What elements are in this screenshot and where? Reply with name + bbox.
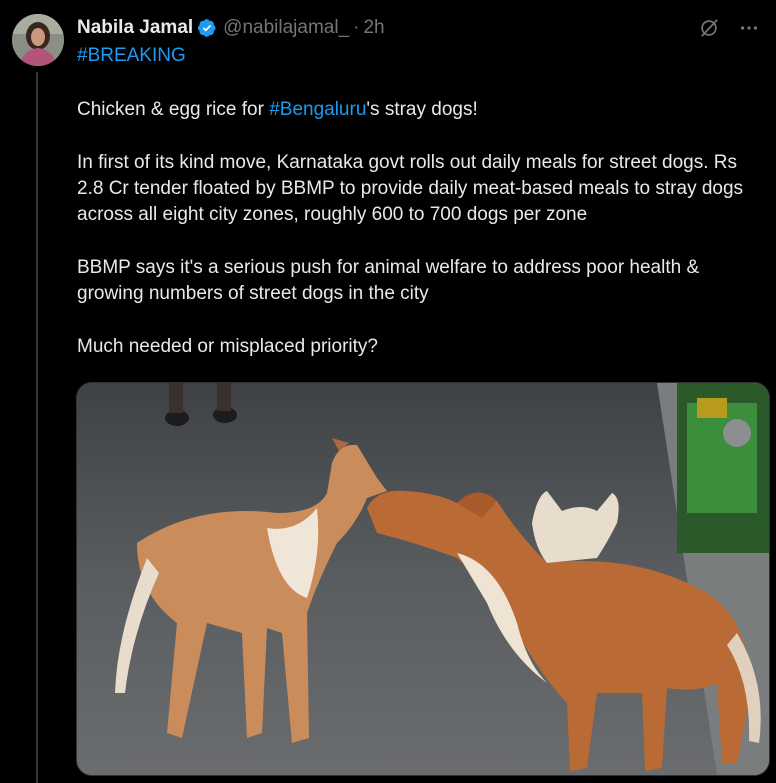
- paragraph-3: BBMP says it's a serious push for animal…: [77, 257, 700, 304]
- author-handle[interactable]: @nabilajamal_: [223, 17, 349, 39]
- more-dots-icon[interactable]: [738, 17, 760, 39]
- hashtag-bengaluru[interactable]: #Bengaluru: [269, 99, 366, 120]
- separator-dot: ·: [353, 17, 360, 38]
- avatar-image: [12, 14, 64, 66]
- stray-dogs-photo: [77, 383, 769, 775]
- timestamp[interactable]: 2h: [363, 17, 384, 39]
- tweet-header: Nabila Jamal @nabilajamal_ · 2h: [77, 15, 760, 41]
- line1-suffix: 's stray dogs!: [366, 99, 478, 120]
- line1-prefix: Chicken & egg rice for: [77, 99, 270, 120]
- paragraph-4: Much needed or misplaced priority?: [77, 336, 378, 357]
- tweet-photo[interactable]: [76, 382, 770, 776]
- paragraph-1: Chicken & egg rice for #Bengaluru's stra…: [77, 97, 767, 123]
- thread-line: [36, 72, 38, 783]
- tweet-text: Chicken & egg rice for #Bengaluru's stra…: [77, 97, 767, 387]
- author-name[interactable]: Nabila Jamal: [77, 17, 193, 39]
- verified-badge-icon: [197, 18, 217, 38]
- hashtag-breaking[interactable]: #BREAKING: [77, 45, 186, 67]
- paragraph-2: In first of its kind move, Karnataka gov…: [77, 152, 744, 225]
- header-actions: [698, 17, 760, 39]
- grok-slash-icon[interactable]: [698, 17, 720, 39]
- avatar[interactable]: [12, 14, 64, 66]
